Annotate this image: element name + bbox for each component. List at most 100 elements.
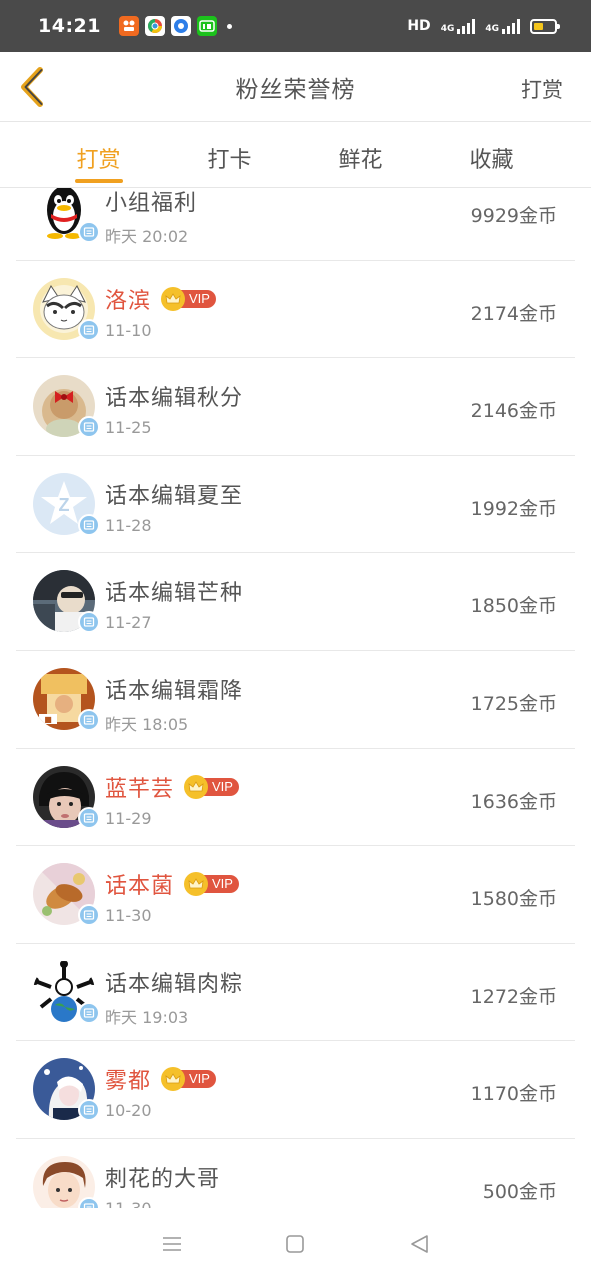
coin-amount: 2174金币 (470, 302, 557, 325)
name-line: 话本菌 VIP (105, 868, 239, 900)
hd-label: HD (407, 18, 431, 34)
editor-badge-icon (78, 416, 100, 439)
user-name[interactable]: 小组福利 (105, 188, 197, 217)
app-header: 粉丝荣誉榜 打赏 (0, 52, 591, 122)
back-button[interactable] (14, 66, 48, 108)
editor-badge-icon (78, 708, 100, 731)
editor-badge-icon (78, 1099, 100, 1122)
notification-icons (118, 16, 232, 36)
home-icon (286, 1235, 305, 1253)
reward-date: 11-30 (105, 906, 152, 926)
home-button[interactable] (275, 1224, 315, 1264)
tab-checkin[interactable]: 打卡 (164, 122, 295, 187)
browser-icon (170, 16, 191, 36)
editor-badge-icon (78, 806, 100, 829)
user-name[interactable]: 话本编辑霜降 (105, 673, 243, 705)
user-name[interactable]: 话本编辑秋分 (105, 380, 243, 412)
user-name[interactable]: 话本编辑肉粽 (105, 966, 243, 998)
battery-icon (530, 18, 560, 34)
editor-badge-icon (78, 1001, 100, 1024)
editor-badge-icon (78, 221, 100, 243)
coin-amount: 500金币 (482, 1180, 557, 1203)
back-nav-button[interactable] (399, 1224, 439, 1264)
coin-amount: 9929金币 (470, 205, 557, 227)
user-name[interactable]: 刺花的大哥 (105, 1161, 220, 1193)
reward-date: 11-28 (105, 515, 152, 535)
tab-label: 鲜花 (338, 148, 383, 173)
name-line: 话本编辑秋分 (105, 380, 243, 412)
user-name[interactable]: 话本编辑夏至 (105, 478, 243, 510)
status-time: 14:21 (38, 15, 101, 37)
signal-icon-2: 4G (485, 18, 520, 34)
user-name[interactable]: 蓝芊芸 (105, 771, 174, 803)
fan-list-item[interactable]: 刺花的大哥 11-30 500金币 (16, 1139, 575, 1208)
crown-icon (184, 872, 209, 897)
reward-date: 11-27 (105, 613, 152, 633)
fan-list-item[interactable]: Z 话本编辑夏至 11-28 1992金币 (16, 456, 575, 554)
reward-date: 11-25 (105, 418, 152, 438)
fan-list-item[interactable]: 小组福利昨天 20:02 9929金币 (16, 188, 575, 261)
iqiyi-icon (196, 16, 217, 36)
name-line: 刺花的大哥 (105, 1161, 220, 1193)
coin-amount: 2146金币 (470, 400, 557, 423)
reward-date: 11-29 (105, 808, 152, 828)
fan-list-item[interactable]: 话本编辑肉粽 昨天 19:03 1272金币 (16, 944, 575, 1042)
reward-date: 昨天 20:02 (105, 227, 189, 246)
editor-badge-icon (78, 513, 100, 536)
name-line: 雾都 VIP (105, 1063, 216, 1095)
signal-icon: 4G (441, 18, 476, 34)
user-name[interactable]: 话本编辑芒种 (105, 575, 243, 607)
shopping-app-icon (118, 16, 139, 36)
user-name[interactable]: 话本菌 (105, 868, 174, 900)
name-line: 话本编辑霜降 (105, 673, 243, 705)
fan-list-item[interactable]: 雾都 VIP 10-20 1170金币 (16, 1041, 575, 1139)
vip-badge: VIP (161, 286, 216, 311)
fan-ranking-list-content: 小组福利 昨天 20:02 9929金币 洛滨 VIP 11-10 2174金币 话本编辑秋分… (0, 188, 591, 1208)
fan-list-item[interactable]: 话本编辑秋分 11-25 2146金币 (16, 358, 575, 456)
coin-amount: 1992金币 (470, 497, 557, 520)
tab-favorites[interactable]: 收藏 (426, 122, 557, 187)
name-line: 话本编辑肉粽 (105, 966, 243, 998)
reward-date: 昨天 18:05 (105, 714, 189, 734)
svg-text:Z: Z (59, 495, 70, 515)
fan-list-item[interactable]: 话本菌 VIP 11-30 1580金币 (16, 846, 575, 944)
more-notifications-dot (226, 23, 232, 29)
name-line: 话本编辑芒种 (105, 575, 243, 607)
fan-list-item[interactable]: 话本编辑芒种 11-27 1850金币 (16, 553, 575, 651)
tab-bar: 打赏 打卡 鲜花 收藏 (0, 122, 591, 188)
chevron-left-icon (21, 67, 43, 107)
user-name[interactable]: 雾都 (105, 1063, 151, 1095)
fan-ranking-list[interactable]: 小组福利 昨天 20:02 9929金币 洛滨 VIP 11-10 2174金币 话本编辑秋分… (0, 188, 591, 1208)
editor-badge-icon (78, 318, 100, 341)
reward-date: 11-30 (105, 1199, 152, 1208)
svg-text:■: ■ (44, 715, 52, 724)
name-line: 话本编辑夏至 (105, 478, 243, 510)
user-name[interactable]: 洛滨 (105, 283, 151, 315)
name-line: 小组福利 (105, 188, 197, 217)
editor-badge-icon (78, 611, 100, 634)
back-triangle-icon (411, 1235, 428, 1253)
tab-flowers[interactable]: 鲜花 (295, 122, 426, 187)
vip-badge: VIP (184, 774, 239, 799)
system-nav-bar (0, 1208, 591, 1280)
tab-reward[interactable]: 打赏 (33, 122, 164, 187)
status-bar: 14:21 HD 4G 4G (0, 0, 591, 52)
coin-amount: 1170金币 (470, 1083, 557, 1106)
coin-amount: 1580金币 (470, 888, 557, 911)
fan-list-item[interactable]: 洛滨 VIP 11-10 2174金币 (16, 261, 575, 359)
status-indicators: HD 4G 4G (407, 18, 560, 34)
tab-label: 打卡 (207, 148, 252, 173)
signal-label: 4G (440, 24, 455, 34)
tab-label: 收藏 (469, 148, 514, 173)
crown-icon (161, 286, 186, 311)
menu-button[interactable] (152, 1224, 192, 1264)
vip-badge: VIP (161, 1067, 216, 1092)
editor-badge-icon (78, 1196, 100, 1208)
coin-amount: 1636金币 (470, 790, 557, 813)
reward-button[interactable]: 打赏 (521, 74, 563, 104)
reward-date: 昨天 19:03 (105, 1007, 189, 1027)
fan-list-item[interactable]: ■ 话本编辑霜降 昨天 18:05 1725金币 (16, 651, 575, 749)
fan-list-item[interactable]: 蓝芊芸 VIP 11-29 1636金币 (16, 749, 575, 847)
active-tab-indicator (74, 179, 123, 183)
crown-icon (184, 774, 209, 799)
